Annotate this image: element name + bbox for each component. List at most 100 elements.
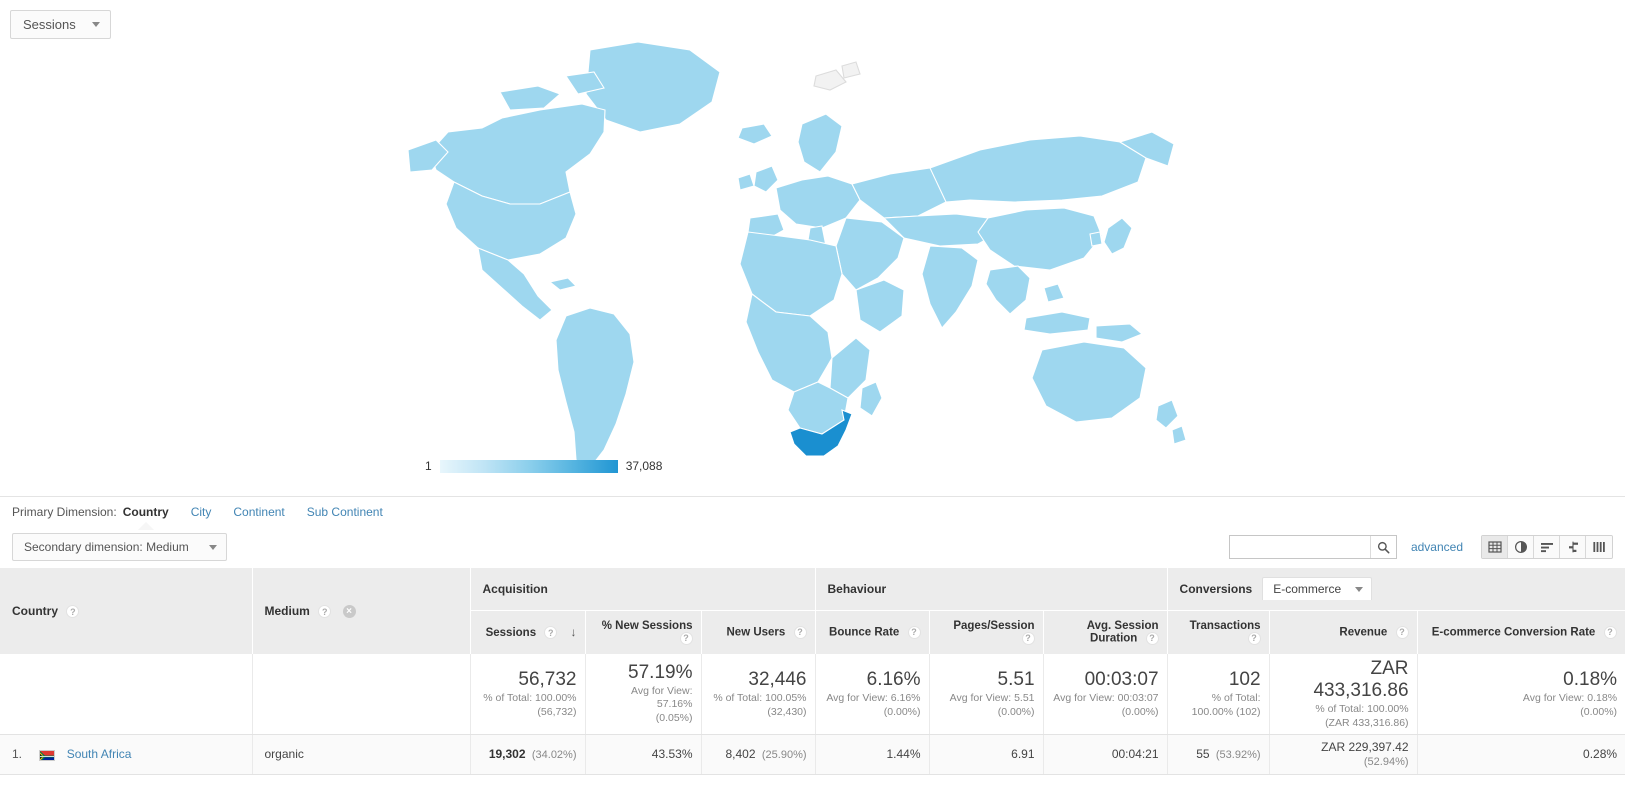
- pie-chart-view-icon[interactable]: [1508, 536, 1534, 558]
- row-sessions-cell: 19,302 (34.02%): [470, 734, 586, 775]
- header-new-users[interactable]: New Users ?: [701, 609, 816, 654]
- totals-pct-new-sessions-sub2: (0.05%): [655, 712, 693, 725]
- row-new-users-cell: 8,402 (25.90%): [701, 734, 816, 775]
- header-sessions[interactable]: Sessions ? ↓: [470, 609, 586, 654]
- header-sessions-label: Sessions: [485, 627, 537, 640]
- totals-pct-new-sessions-value: 57.19%: [628, 662, 693, 684]
- help-icon[interactable]: ?: [679, 631, 693, 645]
- help-icon[interactable]: ?: [1247, 631, 1261, 645]
- help-icon[interactable]: ?: [793, 625, 807, 639]
- geo-data-table: Country ? Medium ? × Acquisition Behavio…: [0, 568, 1625, 775]
- group-header-acquisition: Acquisition: [470, 568, 816, 610]
- primary-dimension-continent[interactable]: Continent: [233, 505, 284, 519]
- header-transactions[interactable]: Transactions ?: [1167, 609, 1270, 654]
- totals-avg-session-duration-value: 00:03:07: [1084, 668, 1159, 690]
- totals-revenue: ZAR 433,316.86 % of Total: 100.00% (ZAR …: [1269, 654, 1418, 735]
- comparison-view-icon[interactable]: [1560, 536, 1586, 558]
- header-pct-new-sessions[interactable]: % New Sessions ?: [585, 609, 702, 654]
- conversions-type-dropdown[interactable]: E-commerce: [1262, 577, 1373, 601]
- sort-descending-icon[interactable]: ↓: [571, 625, 577, 639]
- group-header-acquisition-label: Acquisition: [482, 581, 548, 596]
- row-medium-cell: organic: [252, 734, 471, 775]
- row-avg-session-duration-cell: 00:04:21: [1043, 734, 1168, 775]
- help-icon[interactable]: ?: [1145, 631, 1159, 645]
- row-revenue-value: ZAR 229,397.42: [1321, 740, 1409, 755]
- header-medium-label: Medium: [264, 603, 310, 618]
- search-button[interactable]: [1369, 536, 1396, 558]
- legend-min-value: 1: [425, 459, 432, 473]
- row-revenue-cell: ZAR 229,397.42 (52.94%): [1269, 734, 1418, 775]
- row-country-cell: 1. South Africa: [0, 734, 253, 775]
- world-map-svg[interactable]: [390, 36, 1190, 492]
- chevron-down-icon: [91, 22, 100, 27]
- totals-new-users: 32,446 % of Total: 100.05% (32,430): [701, 654, 816, 735]
- row-index: 1.: [12, 747, 23, 762]
- row-medium-value: organic: [264, 747, 304, 762]
- primary-dimension-sub-continent[interactable]: Sub Continent: [307, 505, 383, 519]
- help-icon[interactable]: ?: [1395, 625, 1409, 639]
- header-country[interactable]: Country ?: [0, 568, 253, 654]
- totals-transactions-sub1: % of Total:: [1211, 691, 1261, 704]
- totals-medium-cell: [252, 654, 471, 735]
- totals-bounce-rate-value: 6.16%: [866, 668, 921, 690]
- table-view-icon[interactable]: [1482, 536, 1508, 558]
- header-pages-session[interactable]: Pages/Session ?: [929, 609, 1044, 654]
- totals-sessions-sub1: % of Total: 100.00%: [483, 691, 577, 704]
- search-icon: [1377, 541, 1390, 553]
- metric-selector-label: Sessions: [23, 17, 76, 32]
- row-pages-session-cell: 6.91: [929, 734, 1044, 775]
- secondary-dimension-button[interactable]: Secondary dimension: Medium: [12, 533, 227, 561]
- row-ecommerce-conversion-rate-value: 0.28%: [1583, 747, 1618, 762]
- south-africa-flag-icon: [39, 749, 56, 761]
- search-input[interactable]: [1229, 536, 1370, 558]
- header-ecommerce-conversion-rate[interactable]: E-commerce Conversion Rate ?: [1417, 609, 1625, 654]
- pivot-view-icon[interactable]: [1586, 536, 1612, 558]
- header-revenue-label: Revenue: [1339, 626, 1388, 639]
- help-icon[interactable]: ?: [1021, 631, 1035, 645]
- advanced-filter-link[interactable]: advanced: [1411, 540, 1463, 554]
- row-revenue-pct: (52.94%): [1363, 756, 1409, 769]
- row-transactions-cell: 55 (53.92%): [1167, 734, 1270, 775]
- row-avg-session-duration-value: 00:04:21: [1111, 747, 1159, 762]
- primary-dimension-bar: Primary Dimension: Country City Continen…: [0, 496, 1625, 526]
- map-legend: 1 37,088: [425, 459, 662, 473]
- search-box[interactable]: [1228, 535, 1397, 559]
- world-map-container[interactable]: 1 37,088: [0, 36, 1625, 494]
- help-icon[interactable]: ?: [907, 625, 921, 639]
- table-controls-bar: Secondary dimension: Medium advanced: [0, 526, 1625, 568]
- metric-selector-button[interactable]: Sessions: [10, 10, 111, 39]
- header-avg-session-duration[interactable]: Avg. Session Duration ?: [1043, 609, 1168, 654]
- legend-gradient-bar: [439, 459, 618, 473]
- totals-ecommerce-conversion-rate-sub1: Avg for View: 0.18%: [1522, 691, 1618, 704]
- totals-bounce-rate-sub1: Avg for View: 6.16%: [826, 691, 921, 704]
- help-icon[interactable]: ?: [66, 605, 80, 619]
- performance-view-icon[interactable]: [1534, 536, 1560, 558]
- table-totals-row: 56,732 % of Total: 100.00% (56,732) 57.1…: [0, 654, 1625, 735]
- help-icon[interactable]: ?: [544, 626, 558, 640]
- row-sessions-value: 19,302: [488, 747, 526, 762]
- totals-avg-session-duration-sub1: Avg for View: 00:03:07: [1053, 691, 1159, 704]
- totals-pages-session: 5.51 Avg for View: 5.51 (0.00%): [929, 654, 1044, 735]
- row-pct-new-sessions-value: 43.53%: [651, 747, 693, 762]
- remove-secondary-dimension-icon[interactable]: ×: [342, 605, 356, 619]
- primary-dimension-country[interactable]: Country: [123, 505, 169, 519]
- table-group-header-row: Country ? Medium ? × Acquisition Behavio…: [0, 568, 1625, 654]
- row-transactions-value: 55: [1196, 747, 1210, 762]
- header-revenue[interactable]: Revenue ?: [1269, 609, 1418, 654]
- totals-ecommerce-conversion-rate: 0.18% Avg for View: 0.18% (0.00%): [1417, 654, 1625, 735]
- table-row[interactable]: 1. South Africa organic 19,302 (34.02%) …: [0, 734, 1625, 775]
- totals-revenue-sub2: (ZAR 433,316.86): [1325, 716, 1409, 729]
- header-medium[interactable]: Medium ? ×: [252, 568, 471, 654]
- help-icon[interactable]: ?: [1603, 625, 1617, 639]
- legend-max-value: 37,088: [625, 459, 663, 473]
- header-bounce-rate[interactable]: Bounce Rate ?: [815, 609, 930, 654]
- header-pages-session-label: Pages/Session: [953, 619, 1035, 632]
- row-country-link[interactable]: South Africa: [67, 747, 132, 761]
- header-new-users-label: New Users: [726, 626, 786, 639]
- row-pct-new-sessions-cell: 43.53%: [585, 734, 702, 775]
- help-icon[interactable]: ?: [318, 605, 332, 619]
- totals-ecommerce-conversion-rate-sub2: (0.00%): [1580, 705, 1618, 718]
- group-header-behaviour: Behaviour: [815, 568, 1168, 610]
- totals-new-users-sub1: % of Total: 100.05%: [713, 691, 807, 704]
- primary-dimension-city[interactable]: City: [191, 505, 212, 519]
